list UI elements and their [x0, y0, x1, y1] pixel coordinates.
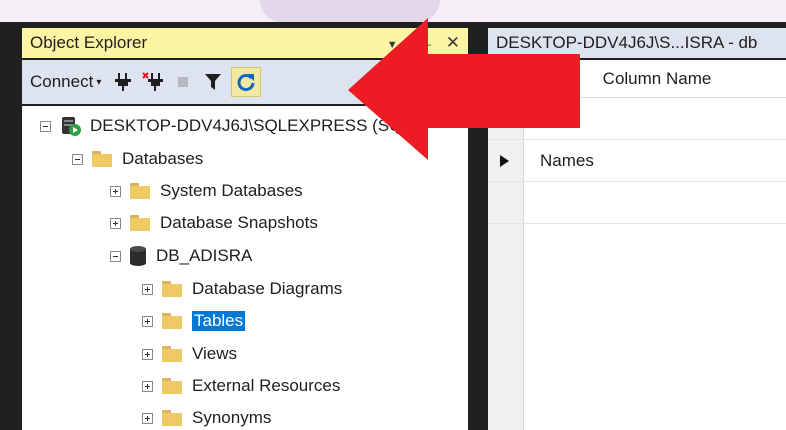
top-background — [0, 0, 786, 22]
refresh-icon[interactable] — [231, 67, 262, 97]
auto-hide-pin-icon[interactable]: ‒— — [412, 37, 431, 51]
collapse-icon[interactable] — [40, 120, 51, 132]
views-label: Views — [192, 344, 238, 363]
system-databases-label: System Databases — [160, 181, 303, 200]
tree-node-db-adisra[interactable]: DB_ADISRA — [110, 241, 252, 271]
folder-icon — [162, 281, 182, 297]
object-explorer-title: Object Explorer — [30, 33, 148, 52]
collapse-icon[interactable] — [110, 250, 121, 262]
server-name: DESKTOP-DDV4J6J\SQLEXPRESS (SQL S — [90, 116, 428, 135]
folder-icon — [162, 378, 182, 394]
table-designer-tab[interactable]: DESKTOP-DDV4J6J\S...ISRA - db — [488, 28, 786, 58]
tree-node-synonyms[interactable]: Synonyms — [142, 403, 271, 430]
expand-icon[interactable] — [142, 283, 153, 295]
filter-icon[interactable] — [201, 70, 225, 94]
background-decoration — [260, 0, 440, 22]
database-snapshots-label: Database Snapshots — [160, 213, 318, 232]
connect-label: Connect — [30, 72, 94, 91]
object-explorer-tree: DESKTOP-DDV4J6J\SQLEXPRESS (SQL S Databa… — [22, 106, 468, 430]
grid-header: Column Name — [488, 60, 786, 98]
expand-icon[interactable] — [110, 217, 121, 229]
table-row[interactable]: Names — [488, 140, 786, 182]
window-position-dropdown-icon[interactable]: ▼ — [387, 39, 398, 51]
tree-node-server[interactable]: DESKTOP-DDV4J6J\SQLEXPRESS (SQL S — [40, 111, 427, 141]
folder-icon — [130, 215, 150, 231]
tree-node-database-diagrams[interactable]: Database Diagrams — [142, 274, 342, 304]
table-row[interactable] — [488, 182, 786, 224]
table-designer-grid: Column Name ID Names — [488, 60, 786, 430]
tree-node-views[interactable]: Views — [142, 339, 237, 369]
tree-node-tables[interactable]: Tables — [142, 306, 247, 336]
connect-plug-icon[interactable] — [111, 70, 135, 94]
column-name-cell[interactable]: Names — [540, 140, 594, 182]
db-adisra-label: DB_ADISRA — [156, 246, 253, 265]
table-row[interactable]: ID — [488, 98, 786, 140]
current-row-arrow-icon — [500, 155, 509, 167]
synonyms-label: Synonyms — [192, 408, 272, 427]
expand-icon[interactable] — [142, 348, 153, 360]
tree-node-database-snapshots[interactable]: Database Snapshots — [110, 208, 318, 238]
folder-icon — [92, 151, 112, 167]
external-resources-label: External Resources — [192, 376, 341, 395]
object-explorer-title-bar: Object Explorer ▼ ‒— ✕ — [22, 28, 468, 58]
databases-label: Databases — [122, 149, 204, 168]
panel-controls: ▼ ‒— ✕ — [377, 28, 460, 60]
database-icon — [130, 246, 146, 266]
tables-label: Tables — [190, 310, 247, 332]
server-icon — [62, 117, 81, 136]
disconnect-plug-icon[interactable] — [141, 70, 165, 94]
folder-icon — [130, 183, 150, 199]
object-explorer-toolbar: Connect ▾ — [22, 60, 468, 104]
tree-node-system-databases[interactable]: System Databases — [110, 176, 303, 206]
database-diagrams-label: Database Diagrams — [192, 279, 343, 298]
folder-icon — [162, 410, 182, 426]
expand-icon[interactable] — [142, 315, 153, 327]
connect-button[interactable]: Connect ▾ — [30, 72, 101, 92]
folder-icon — [162, 346, 182, 362]
tree-node-databases[interactable]: Databases — [72, 144, 203, 174]
expand-icon[interactable] — [110, 185, 121, 197]
column-name-header[interactable]: Column Name — [528, 60, 786, 98]
tree-node-external-resources[interactable]: External Resources — [142, 371, 340, 401]
collapse-icon[interactable] — [72, 153, 83, 165]
stop-icon[interactable] — [171, 70, 195, 94]
column-name-cell[interactable]: ID — [540, 98, 557, 140]
expand-icon[interactable] — [142, 412, 153, 424]
folder-icon — [162, 313, 182, 329]
chevron-down-icon: ▾ — [96, 77, 102, 89]
close-icon[interactable]: ✕ — [446, 33, 460, 52]
expand-icon[interactable] — [142, 380, 153, 392]
